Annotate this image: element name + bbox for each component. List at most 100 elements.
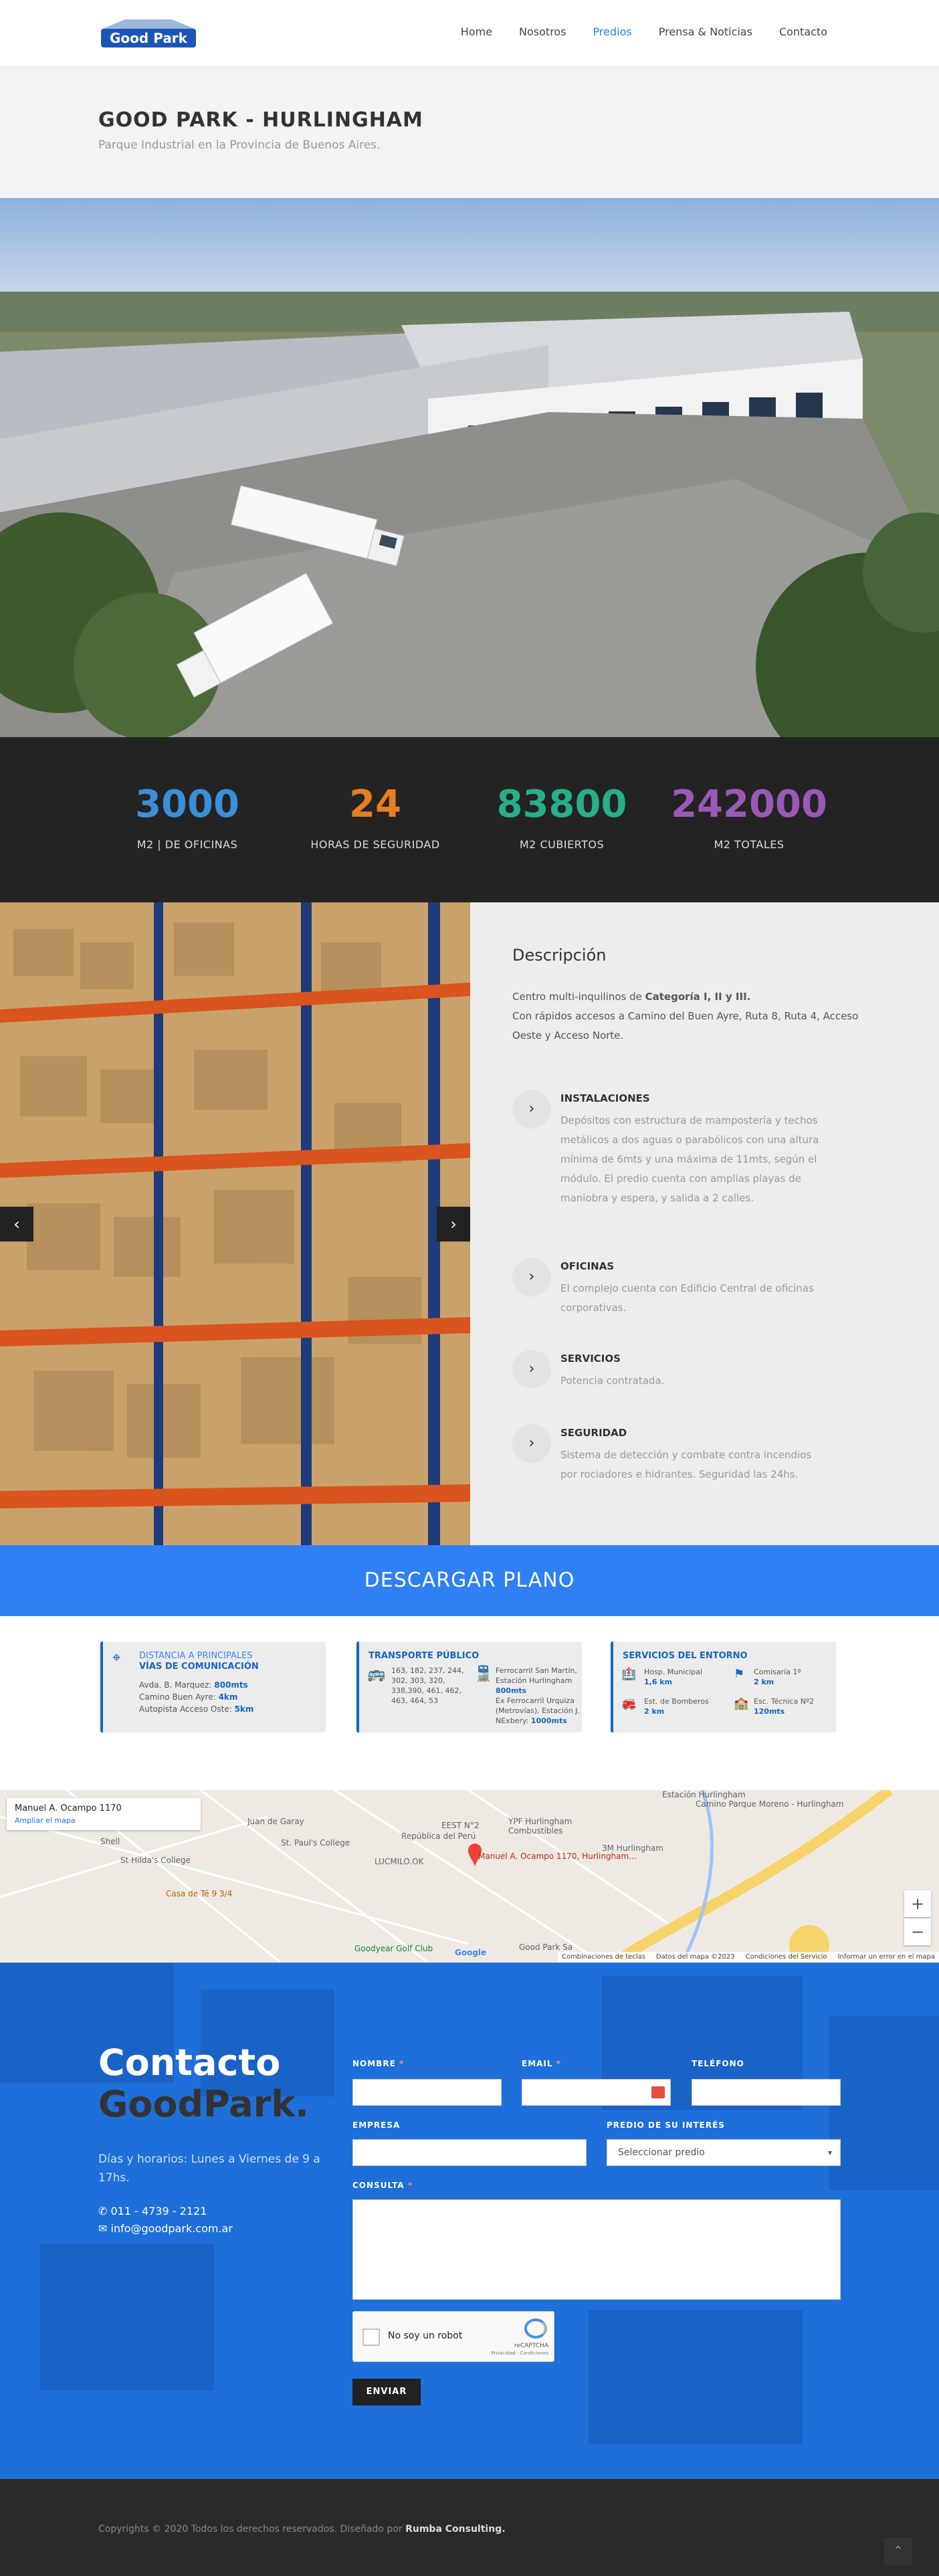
card-transport: TRANSPORTE PÚBLICO 🚌 163, 182, 237, 244,…	[356, 1642, 582, 1732]
nombre-label: NOMBRE *	[352, 2059, 405, 2068]
map-label: Camino Parque Moreno - Hurlingham	[696, 1799, 844, 1809]
school-icon: 🏫	[734, 1696, 749, 1710]
email-field[interactable]	[522, 2079, 671, 2106]
card-communication: ⌖ DISTANCIA A PRINCIPALES VÍAS DE COMUNI…	[100, 1642, 326, 1732]
map-report-link[interactable]: Informar un error en el mapa	[838, 1953, 935, 1961]
predio-select[interactable]: Seleccionar predio ▾	[607, 2139, 841, 2166]
title-band: GOOD PARK - HURLINGHAM Parque Industrial…	[0, 67, 939, 198]
captcha-checkbox[interactable]	[362, 2329, 380, 2346]
copyright: Copyrights © 2020 Todos los derechos res…	[98, 2524, 506, 2535]
stat-value: 242000	[671, 783, 827, 826]
email-label: EMAIL *	[522, 2059, 562, 2068]
svg-text:Good Park: Good Park	[110, 30, 188, 46]
card-title: TRANSPORTE PÚBLICO	[369, 1651, 480, 1661]
recaptcha-terms[interactable]: Privacidad - Condiciones	[491, 2351, 548, 2356]
map-label: Estación Hurlingham	[662, 1790, 746, 1799]
map-data-text: Datos del mapa ©2023	[655, 1953, 735, 1961]
page: Good Park Home Nosotros Predios Prensa &…	[0, 0, 939, 2576]
map-label: St. Paul's College	[281, 1838, 350, 1848]
map-label: St Hilda's College	[120, 1856, 191, 1865]
recaptcha-brand: reCAPTCHA	[514, 2343, 548, 2349]
map-icon: ⌖	[112, 1650, 121, 1666]
send-button[interactable]: ENVIAR	[352, 2379, 421, 2405]
map-label: Goodyear Golf Club	[354, 1944, 433, 1953]
service-item: Esc. Técnica Nº2 120mts	[754, 1697, 815, 1716]
logo[interactable]: Good Park	[98, 17, 199, 50]
map-pin-label: Manuel A. Ocampo 1170, Hurlingham...	[478, 1852, 637, 1861]
bus-icon: 🚌	[367, 1666, 386, 1682]
map-shortcuts-link[interactable]: Combinaciones de teclas	[562, 1953, 645, 1961]
feature-text: Potencia contratada.	[560, 1375, 665, 1387]
autofill-icon	[651, 2086, 665, 2098]
feature-title: OFICINAS	[560, 1260, 615, 1272]
main-nav: Home Nosotros Predios Prensa & Noticias …	[461, 25, 827, 38]
contact-section: Contacto GoodPark. Días y horarios: Lune…	[0, 1963, 939, 2479]
nav-nosotros[interactable]: Nosotros	[519, 25, 566, 38]
map-label: Casa de Té 9 3/4	[166, 1889, 233, 1898]
recaptcha-widget: No soy un robot reCAPTCHA Privacidad - C…	[352, 2311, 554, 2362]
image-slider[interactable]: ‹ ›	[0, 902, 470, 1545]
map-label: 3M Hurlingham	[602, 1844, 663, 1853]
chevron-right-icon: ›	[512, 1350, 551, 1389]
train-info: Ferrocarril San Martín, Estación Hurling…	[496, 1666, 580, 1725]
stats-section: 3000 M2 | DE OFICINAS 24 HORAS DE SEGURI…	[0, 737, 939, 902]
contact-email: ✉ info@goodpark.com.ar	[98, 2222, 233, 2235]
map-address: Manuel A. Ocampo 1170	[15, 1803, 122, 1813]
description-heading: Descripción	[512, 946, 607, 965]
back-to-top-button[interactable]: ⌃	[884, 2538, 912, 2565]
nav-predios[interactable]: Predios	[593, 25, 632, 38]
train-icon: 🚆	[474, 1666, 493, 1682]
slider-next-button[interactable]: ›	[437, 1207, 470, 1242]
nav-prensa[interactable]: Prensa & Noticias	[659, 25, 752, 38]
nav-contacto[interactable]: Contacto	[779, 25, 827, 38]
consulta-textarea[interactable]	[352, 2199, 841, 2300]
empresa-label: EMPRESA	[352, 2120, 401, 2130]
service-item: Est. de Bomberos 2 km	[644, 1697, 709, 1716]
slider-prev-button[interactable]: ‹	[0, 1207, 33, 1242]
intro-text: Centro multi-inquilinos de	[512, 991, 645, 1003]
contact-brand: GoodPark.	[98, 2083, 309, 2125]
chevron-right-icon: ›	[512, 1258, 551, 1296]
police-icon: ⚑	[734, 1667, 745, 1681]
nombre-field[interactable]	[352, 2079, 502, 2106]
stat-value: 24	[349, 783, 401, 826]
map-label: Good Park Sa	[519, 1943, 573, 1952]
consulta-label: CONSULTA *	[352, 2181, 413, 2190]
chevron-up-icon: ⌃	[893, 2544, 904, 2558]
card-title: SERVICIOS DEL ENTORNO	[623, 1651, 748, 1661]
zoom-out-button[interactable]: −	[904, 1918, 931, 1945]
card-title: VÍAS DE COMUNICACIÓN	[139, 1662, 259, 1672]
map-label: Shell	[100, 1837, 120, 1846]
feature-title: INSTALACIONES	[560, 1092, 650, 1104]
site-header: Good Park Home Nosotros Predios Prensa &…	[0, 0, 939, 67]
list-item: Autopista Acceso Oste: 5km	[139, 1704, 254, 1714]
description-intro: Centro multi-inquilinos de Categoría I, …	[512, 987, 887, 1046]
stat-value: 83800	[496, 783, 627, 826]
service-item: Hosp. Municipal 1,6 km	[644, 1668, 703, 1686]
chevron-right-icon: ›	[512, 1424, 551, 1463]
embedded-map[interactable]: Manuel A. Ocampo 1170, Hurlingham... St …	[0, 1790, 939, 1963]
hospital-icon: 🏥	[621, 1667, 637, 1681]
stat-value: 3000	[135, 783, 239, 826]
designer-link[interactable]: Rumba Consulting.	[405, 2524, 505, 2535]
enlarge-map-link[interactable]: Ampliar el mapa	[15, 1816, 193, 1825]
telefono-field[interactable]	[692, 2079, 841, 2106]
contact-hours: Días y horarios: Lunes a Viernes de 9 a …	[98, 2153, 320, 2185]
map-info-box: Manuel A. Ocampo 1170 Ampliar el mapa	[7, 1798, 201, 1830]
site-footer: Copyrights © 2020 Todos los derechos res…	[0, 2479, 939, 2576]
stat-offices: 3000 M2 | DE OFICINAS	[87, 783, 288, 851]
nav-home[interactable]: Home	[461, 25, 492, 38]
map-terms-link[interactable]: Condiciones del Servicio	[746, 1953, 827, 1961]
feature-title: SERVICIOS	[560, 1353, 621, 1365]
bus-lines: 163, 182, 237, 244, 302, 303, 320, 338,3…	[391, 1666, 464, 1705]
feature-text: Sistema de detección y combate contra in…	[560, 1449, 812, 1480]
empresa-field[interactable]	[352, 2139, 587, 2166]
predio-label: PREDIO DE SU INTERÉS	[607, 2120, 725, 2130]
info-cards: ⌖ DISTANCIA A PRINCIPALES VÍAS DE COMUNI…	[0, 1616, 939, 1790]
description-section: ‹ › Descripción Centro multi-inquilinos …	[0, 902, 939, 1545]
download-plan-button[interactable]: DESCARGAR PLANO	[0, 1545, 939, 1616]
card-services: SERVICIOS DEL ENTORNO 🏥 Hosp. Municipal 1…	[611, 1642, 836, 1732]
zoom-in-button[interactable]: +	[904, 1890, 931, 1917]
fire-truck-icon: 🚒	[621, 1696, 637, 1710]
feature-title: SEGURIDAD	[560, 1427, 627, 1439]
